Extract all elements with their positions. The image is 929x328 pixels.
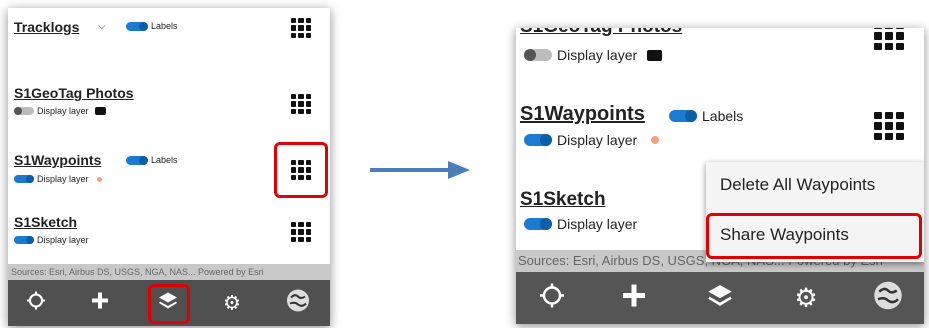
highlight-layers-button [148, 284, 190, 324]
display-layer-toggle[interactable] [14, 107, 34, 115]
layer-title: S1GeoTag Photos [520, 28, 682, 38]
crosshair-icon[interactable] [27, 291, 45, 315]
plus-icon[interactable] [91, 292, 109, 315]
grid-menu-icon[interactable] [291, 18, 311, 38]
labels-toggle[interactable] [669, 110, 697, 122]
grid-menu-icon[interactable] [874, 112, 904, 140]
labels-label: Labels [702, 108, 744, 124]
layer-title: Tracklogs [14, 19, 80, 35]
display-layer-label: Display layer [37, 174, 89, 184]
gear-icon[interactable]: ⚙ [223, 291, 241, 316]
layers-icon[interactable] [707, 283, 733, 314]
grid-menu-icon[interactable] [874, 28, 904, 50]
left-screenshot: Tracklogs ⌵ Labels S1GeoTag Photos Displ… [8, 8, 330, 326]
display-layer-toggle[interactable] [524, 49, 552, 61]
right-screenshot: S1GeoTag Photos Display layer S1Waypoint… [516, 28, 924, 324]
layer-title: S1GeoTag Photos [14, 85, 134, 101]
labels-label: Labels [151, 21, 178, 31]
crosshair-icon[interactable] [540, 283, 564, 313]
labels-toggle[interactable] [126, 21, 148, 31]
layer-row-waypoints[interactable]: S1Waypoints Labels Display layer [516, 88, 924, 173]
layer-row-geotag-photos[interactable]: S1GeoTag Photos Display layer [8, 72, 330, 139]
highlight-share-waypoints [706, 213, 922, 259]
layer-row-geotag-photos[interactable]: S1GeoTag Photos Display layer [516, 28, 924, 89]
s1-globe-icon[interactable] [873, 281, 903, 316]
chevron-down-icon[interactable]: ⌵ [98, 21, 106, 32]
bottom-nav-bar: ⚙ [516, 272, 924, 324]
status-dot [96, 176, 102, 182]
display-layer-toggle[interactable] [14, 175, 34, 183]
labels-toggle[interactable] [126, 155, 148, 165]
map-attribution: Sources: Esri, Airbus DS, USGS, NGA, NAS… [8, 264, 330, 280]
display-layer-label: Display layer [557, 216, 638, 232]
layer-title: S1Waypoints [520, 103, 645, 125]
layer-row-tracklogs[interactable]: Tracklogs ⌵ Labels [8, 8, 330, 73]
labels-label: Labels [151, 155, 178, 165]
display-layer-toggle[interactable] [524, 134, 552, 146]
layer-row-sketch[interactable]: S1Sketch Display layer [8, 204, 330, 264]
display-layer-label: Display layer [37, 106, 89, 116]
grid-menu-icon[interactable] [291, 94, 311, 114]
display-layer-label: Display layer [557, 47, 638, 63]
layer-title: S1Sketch [520, 189, 606, 210]
highlight-grid-menu [274, 142, 328, 198]
layer-title: S1Waypoints [14, 152, 102, 168]
grid-menu-icon[interactable] [291, 222, 311, 242]
display-layer-toggle[interactable] [524, 218, 552, 230]
display-layer-label: Display layer [557, 132, 638, 148]
camera-icon [94, 107, 106, 115]
arrow-right-icon [370, 161, 470, 179]
gear-icon[interactable]: ⚙ [794, 283, 817, 314]
layer-title: S1Sketch [14, 214, 78, 230]
status-dot [651, 136, 660, 144]
display-layer-label: Display layer [37, 235, 89, 245]
display-layer-toggle[interactable] [14, 236, 34, 244]
delete-all-waypoints-item[interactable]: Delete All Waypoints [706, 172, 924, 198]
camera-icon [647, 49, 663, 61]
s1-globe-icon[interactable] [286, 289, 310, 318]
plus-icon[interactable] [622, 284, 646, 313]
